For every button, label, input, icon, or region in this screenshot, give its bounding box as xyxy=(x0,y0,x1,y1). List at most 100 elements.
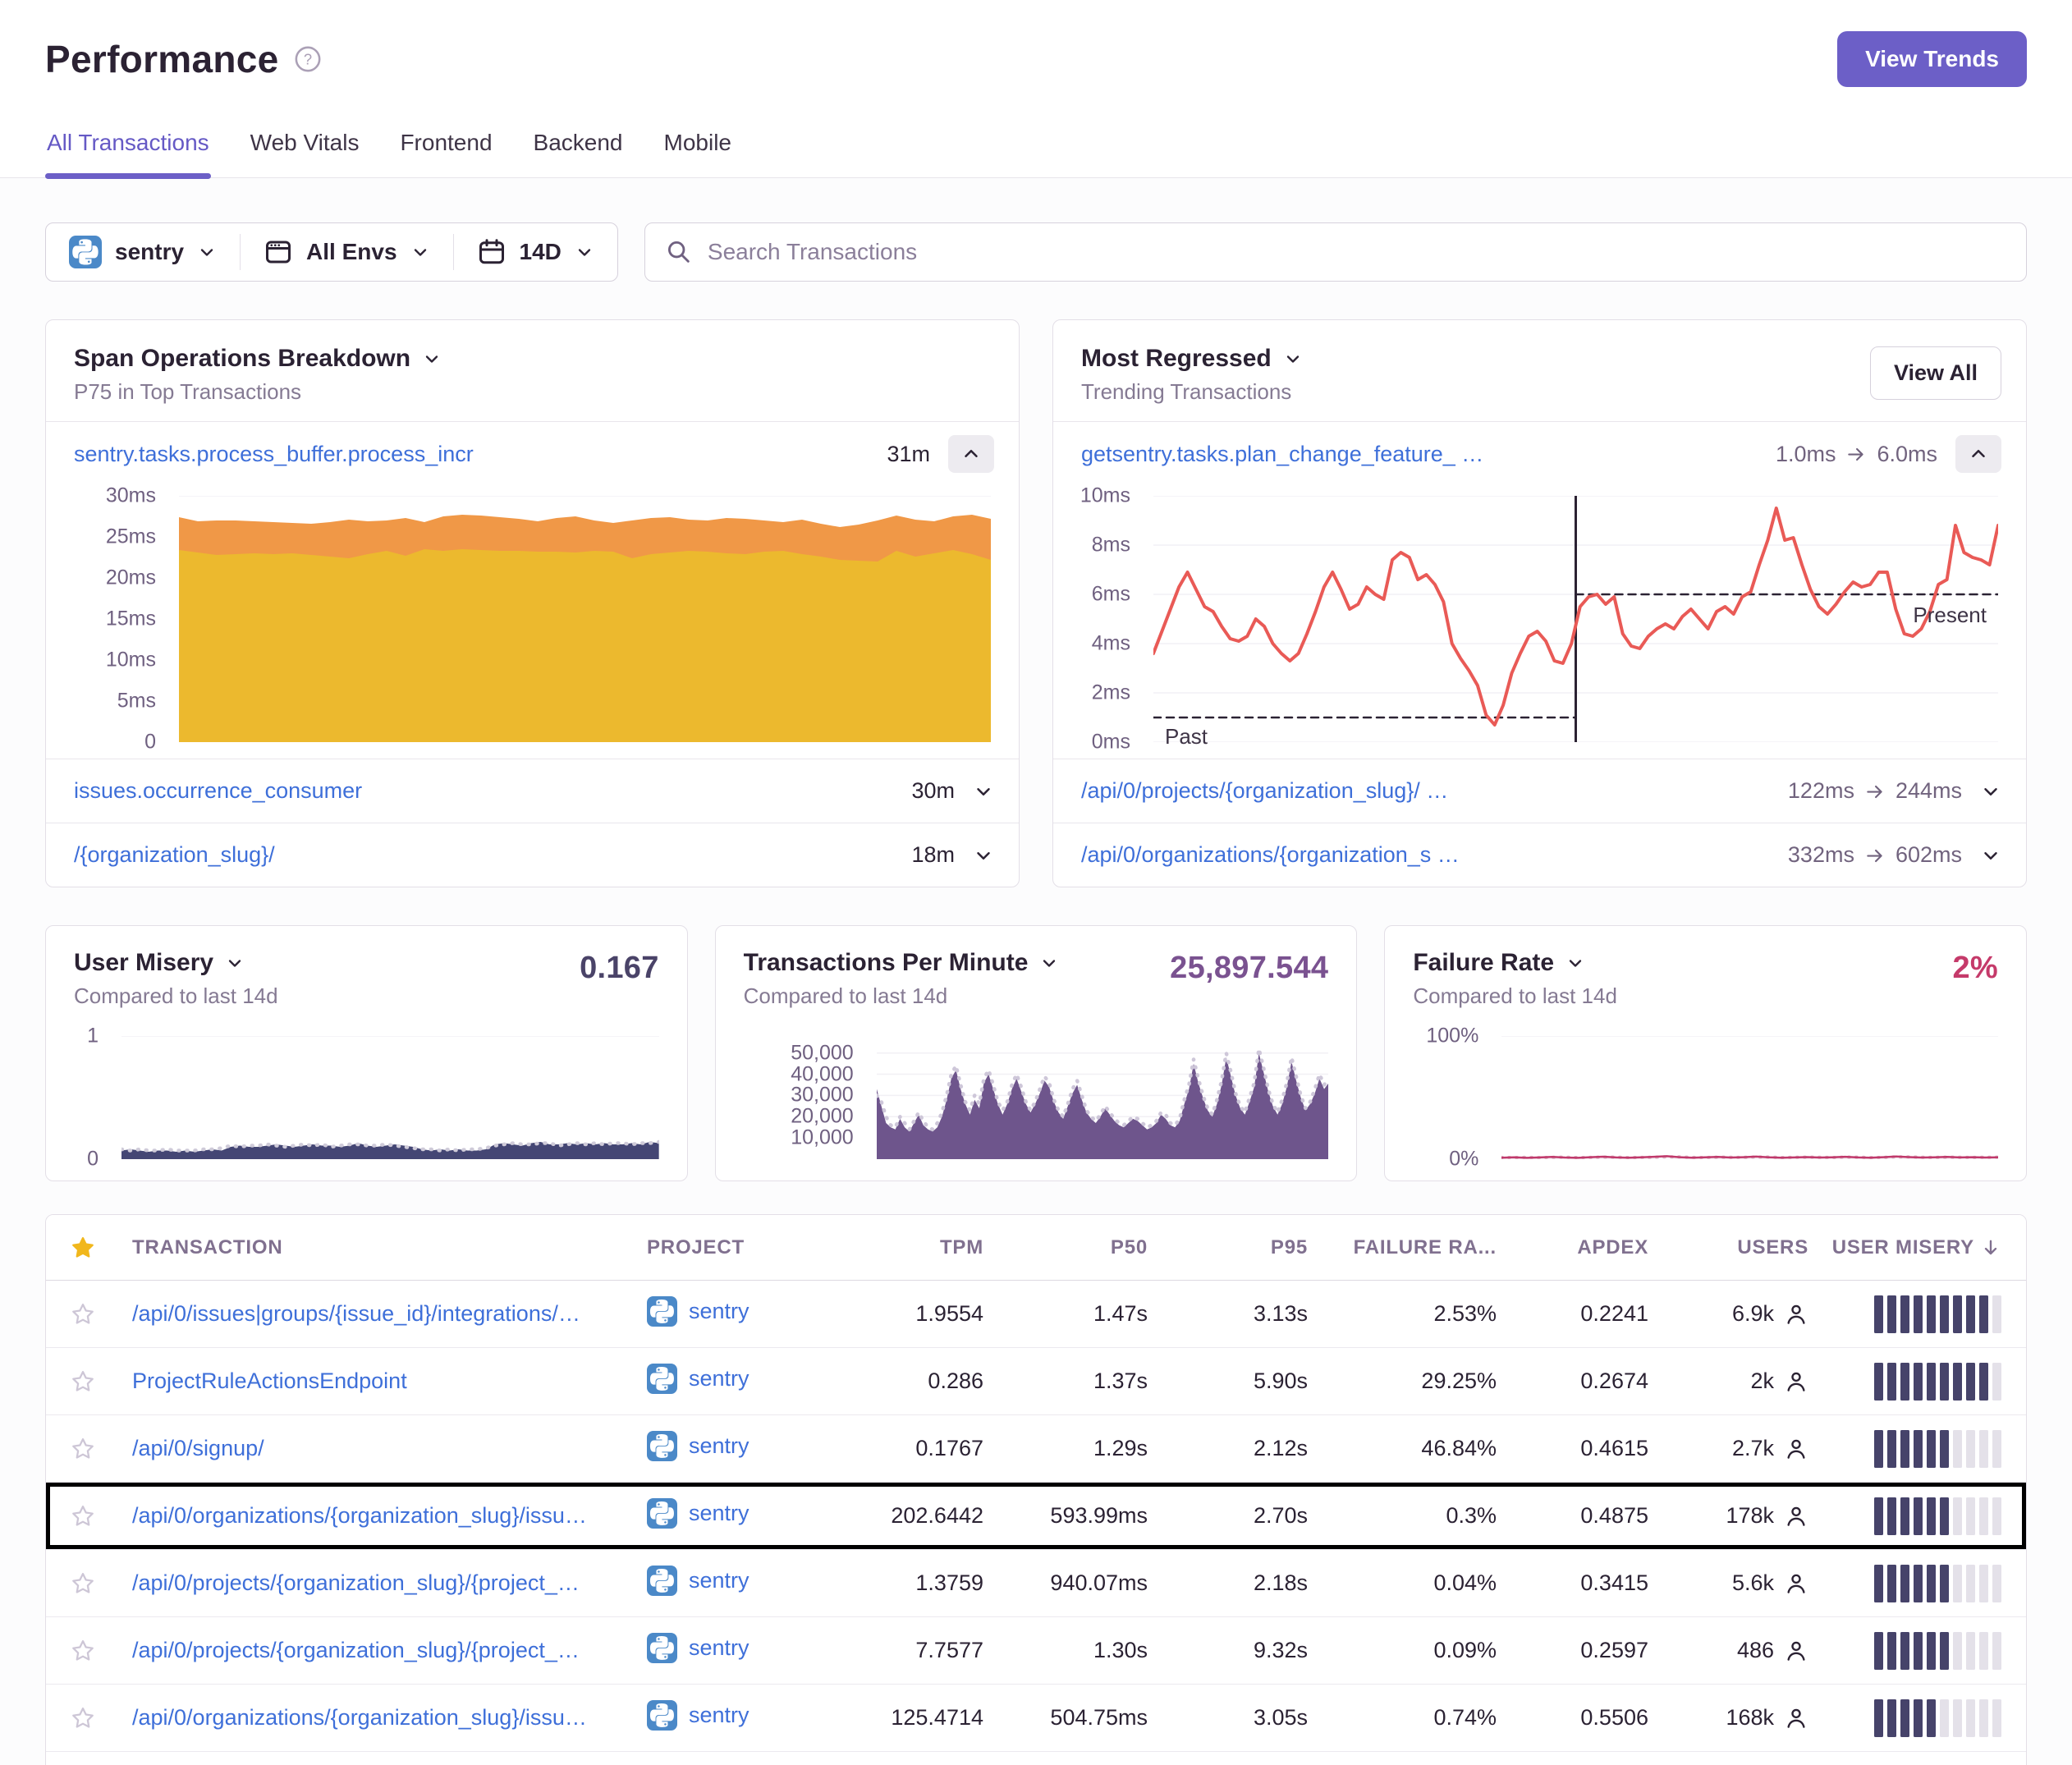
transaction-link[interactable]: /api/0/signup/ xyxy=(132,1436,647,1461)
python-icon xyxy=(647,1364,677,1394)
star-transaction-button[interactable] xyxy=(71,1369,132,1394)
tab-frontend[interactable]: Frontend xyxy=(398,120,493,177)
collapse-button[interactable] xyxy=(948,435,994,473)
date-range-filter[interactable]: 14D xyxy=(454,223,617,281)
transaction-link[interactable]: sentry.tasks.process_buffer.process_incr xyxy=(74,442,887,467)
chevron-down-icon xyxy=(422,349,442,369)
column-header-failure-ra[interactable]: FAILURE RA... xyxy=(1308,1236,1497,1259)
transaction-link[interactable]: /api/0/issues|groups/{issue_id}/integrat… xyxy=(132,1301,647,1327)
arrow-right-icon xyxy=(1864,781,1886,802)
star-transaction-button[interactable] xyxy=(71,1437,132,1461)
expand-button[interactable] xyxy=(1980,845,2001,866)
python-icon xyxy=(647,1431,677,1461)
star-icon xyxy=(71,1302,95,1327)
expand-button[interactable] xyxy=(1980,781,2001,802)
from-value: 122ms xyxy=(1788,778,1854,804)
transaction-link[interactable]: getsentry.tasks.plan_change_feature_ … xyxy=(1081,442,1776,467)
python-icon xyxy=(647,1296,677,1327)
tab-mobile[interactable]: Mobile xyxy=(662,120,733,177)
span-operations-dropdown[interactable]: Span Operations Breakdown xyxy=(74,345,442,373)
tab-all-transactions[interactable]: All Transactions xyxy=(45,120,211,177)
failure-rate-value: 0.09% xyxy=(1308,1638,1497,1663)
expand-button[interactable] xyxy=(973,781,994,802)
transaction-link[interactable]: /api/0/organizations/{organization_slug}… xyxy=(132,1705,647,1731)
transaction-link[interactable]: /api/0/organizations/{organization_s … xyxy=(1081,842,1788,868)
transaction-link[interactable]: /api/0/projects/{organization_slug}/{pro… xyxy=(132,1638,647,1663)
project-filter[interactable]: sentry xyxy=(46,223,240,281)
failure-rate-value: 0.04% xyxy=(1308,1570,1497,1596)
table-row: /api/0/signup/sentry0.17671.29s2.12s46.8… xyxy=(46,1415,2026,1483)
star-transaction-button[interactable] xyxy=(71,1302,132,1327)
search-input[interactable] xyxy=(708,239,2006,265)
most-regressed-dropdown[interactable]: Most Regressed xyxy=(1081,345,1303,373)
p50-value: 1.47s xyxy=(983,1301,1148,1327)
star-transaction-button[interactable] xyxy=(71,1504,132,1529)
to-value: 602ms xyxy=(1896,842,1962,868)
apdex-value: 0.5506 xyxy=(1497,1705,1648,1731)
from-value: 332ms xyxy=(1788,842,1854,868)
page-header: Performance ? View Trends xyxy=(0,0,2072,87)
failure-rate-dropdown[interactable]: Failure Rate xyxy=(1413,949,1585,977)
p95-value: 9.32s xyxy=(1148,1638,1308,1663)
transaction-link[interactable]: ProjectRuleActionsEndpoint xyxy=(132,1368,647,1394)
column-header-project[interactable]: PROJECT xyxy=(647,1236,844,1259)
star-transaction-button[interactable] xyxy=(71,1706,132,1731)
user-icon xyxy=(1784,1504,1808,1529)
column-header-tpm[interactable]: TPM xyxy=(844,1236,983,1259)
transaction-link[interactable]: /{organization_slug}/ xyxy=(74,842,911,868)
python-icon xyxy=(647,1700,677,1731)
project-link[interactable]: sentry xyxy=(647,1700,749,1731)
column-header-transaction[interactable]: TRANSACTION xyxy=(132,1236,647,1259)
expand-button[interactable] xyxy=(973,845,994,866)
transaction-link[interactable]: /api/0/projects/{organization_slug}/ … xyxy=(1081,778,1788,804)
apdex-value: 0.2241 xyxy=(1497,1301,1648,1327)
collapse-button[interactable] xyxy=(1955,435,2001,473)
star-icon xyxy=(71,1236,95,1260)
view-all-button[interactable]: View All xyxy=(1870,346,2001,400)
chevron-down-icon xyxy=(1565,953,1585,973)
user-icon xyxy=(1784,1639,1808,1663)
users-value: 486 xyxy=(1648,1638,1808,1663)
project-link[interactable]: sentry xyxy=(647,1296,749,1327)
tab-web-vitals[interactable]: Web Vitals xyxy=(249,120,361,177)
environment-filter[interactable]: All Envs xyxy=(241,223,452,281)
transaction-link[interactable]: issues.occurrence_consumer xyxy=(74,778,911,804)
project-link[interactable]: sentry xyxy=(647,1633,749,1663)
key-transactions-filter[interactable] xyxy=(71,1236,132,1260)
column-header-apdex[interactable]: APDEX xyxy=(1497,1236,1648,1259)
column-header-p95[interactable]: P95 xyxy=(1148,1236,1308,1259)
table-row-highlighted: /api/0/organizations/{organization_slug}… xyxy=(46,1483,2026,1550)
users-value: 2.7k xyxy=(1648,1436,1808,1461)
transaction-link[interactable]: /api/0/projects/{organization_slug}/{pro… xyxy=(132,1570,647,1596)
column-header-users[interactable]: USERS xyxy=(1648,1236,1808,1259)
card-subtitle: Compared to last 14d xyxy=(744,983,1329,1009)
project-link[interactable]: sentry xyxy=(647,1498,749,1529)
arrow-right-icon xyxy=(1864,845,1886,866)
page-title: Performance xyxy=(45,37,279,81)
project-link[interactable]: sentry xyxy=(647,1566,749,1596)
user-misery-bar xyxy=(1808,1699,2001,1737)
star-transaction-button[interactable] xyxy=(71,1639,132,1663)
metric-card-transactions-per-minute: Transactions Per Minute25,897.544Compare… xyxy=(715,925,1358,1181)
column-header-p50[interactable]: P50 xyxy=(983,1236,1148,1259)
svg-text:?: ? xyxy=(303,50,311,67)
axis-tick-label: 100% xyxy=(1426,1025,1478,1048)
help-icon[interactable]: ? xyxy=(294,45,322,73)
project-link[interactable]: sentry xyxy=(647,1364,749,1394)
transactions-per-minute-dropdown[interactable]: Transactions Per Minute xyxy=(744,949,1060,977)
metric-card-user-misery: User Misery0.167Compared to last 14d10 xyxy=(45,925,688,1181)
to-value: 6.0ms xyxy=(1877,442,1937,467)
tab-backend[interactable]: Backend xyxy=(532,120,625,177)
environment-filter-label: All Envs xyxy=(306,239,397,265)
project-link[interactable]: sentry xyxy=(647,1431,749,1461)
user-misery-dropdown[interactable]: User Misery xyxy=(74,949,245,977)
panel-transaction-row: sentry.tasks.process_buffer.process_incr… xyxy=(46,422,1019,486)
users-value: 5.6k xyxy=(1648,1570,1808,1596)
span-operations-panel: Span Operations Breakdown P75 in Top Tra… xyxy=(45,319,1020,887)
view-trends-button[interactable]: View Trends xyxy=(1837,31,2027,87)
transaction-link[interactable]: /api/0/organizations/{organization_slug}… xyxy=(132,1503,647,1529)
user-misery-bar xyxy=(1808,1430,2001,1468)
star-transaction-button[interactable] xyxy=(71,1571,132,1596)
card-value: 0.167 xyxy=(580,951,659,986)
column-header-user-misery[interactable]: USER MISERY xyxy=(1808,1236,2001,1259)
